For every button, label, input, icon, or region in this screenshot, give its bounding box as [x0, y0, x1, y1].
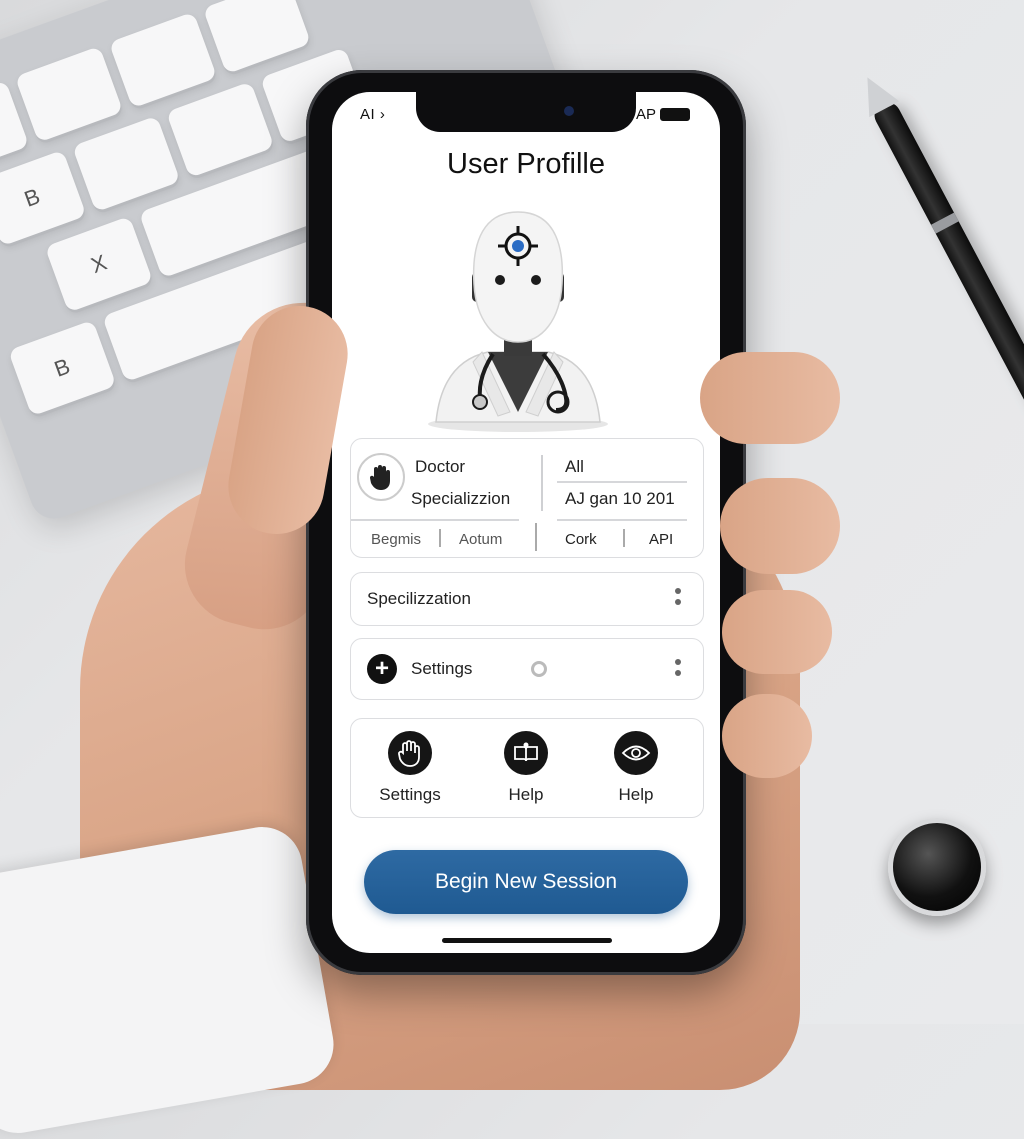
quick-action-help[interactable]: Help [481, 731, 571, 805]
quick-action-label: Help [508, 785, 544, 804]
keyboard-key: B [0, 149, 87, 247]
specialization-row-label: Specilizzation [367, 589, 471, 608]
quick-action-help-2[interactable]: Help [591, 731, 681, 805]
keyboard-key [72, 115, 181, 213]
pen-tip [852, 69, 900, 118]
specialization-row[interactable]: Specilizzation [350, 572, 704, 626]
plus-circle-icon[interactable]: + [367, 654, 397, 684]
divider [535, 523, 537, 551]
toggle-ring-icon[interactable] [531, 661, 547, 677]
camera-icon [564, 106, 574, 116]
finger [722, 590, 832, 674]
divider [541, 455, 543, 511]
keyboard-key [202, 0, 312, 75]
finger [722, 694, 812, 778]
info-bottom-left-a: Begmis [371, 531, 422, 548]
divider [351, 519, 519, 521]
keyboard-key [165, 81, 275, 178]
hand-icon [388, 731, 432, 775]
home-indicator[interactable] [442, 938, 612, 943]
settings-row-label: Settings [411, 659, 473, 678]
page-title: User Profille [447, 148, 605, 180]
keyboard-key [108, 11, 218, 109]
profile-role: Doctor [415, 457, 466, 476]
begin-new-session-button[interactable]: Begin New Session [364, 850, 688, 914]
keyboard-key [14, 45, 124, 143]
eye-icon [614, 731, 658, 775]
status-right: AP [636, 106, 690, 123]
hand-icon [369, 465, 390, 490]
profile-right-top: All [565, 457, 584, 476]
book-icon [504, 731, 548, 775]
divider [557, 519, 687, 521]
info-bottom-right-b: API [649, 531, 674, 548]
finger [700, 352, 840, 444]
profile-info-card: Doctor Specializzion All AJ gan 10 201 B… [350, 438, 704, 558]
pen-band [931, 212, 959, 234]
more-vertical-icon[interactable] [675, 588, 681, 612]
profile-date: AJ gan 10 201 [565, 489, 675, 508]
pen [852, 69, 1024, 570]
finger [720, 478, 840, 574]
avatar [418, 202, 618, 432]
keyboard-key: B [8, 319, 117, 417]
round-object [888, 818, 986, 916]
quick-action-settings[interactable]: Settings [365, 731, 455, 805]
more-vertical-icon[interactable] [675, 659, 681, 683]
hand-badge-icon [357, 453, 405, 501]
divider [623, 529, 625, 547]
keyboard-key: X [44, 215, 154, 313]
phone: AI › AP User Profille Doctor Specializzi… [306, 70, 746, 975]
info-bottom-right-a: Cork [565, 531, 597, 548]
sleeve [0, 820, 340, 1139]
battery-icon [660, 108, 690, 121]
quick-actions: Settings Help Help [350, 718, 704, 818]
status-right-text: AP [635, 106, 656, 123]
notch [416, 92, 636, 132]
info-bottom-left-b: Aotum [459, 531, 503, 548]
divider [557, 481, 687, 483]
settings-row[interactable]: + Settings [350, 638, 704, 700]
profile-specialization: Specializzion [411, 489, 511, 508]
robot-doctor-avatar [428, 211, 608, 432]
quick-action-label: Help [618, 785, 654, 804]
divider [439, 529, 441, 547]
status-left: AI › [360, 106, 386, 123]
quick-action-label: Settings [379, 785, 441, 804]
phone-screen: AI › AP User Profille Doctor Specializzi… [332, 92, 720, 953]
